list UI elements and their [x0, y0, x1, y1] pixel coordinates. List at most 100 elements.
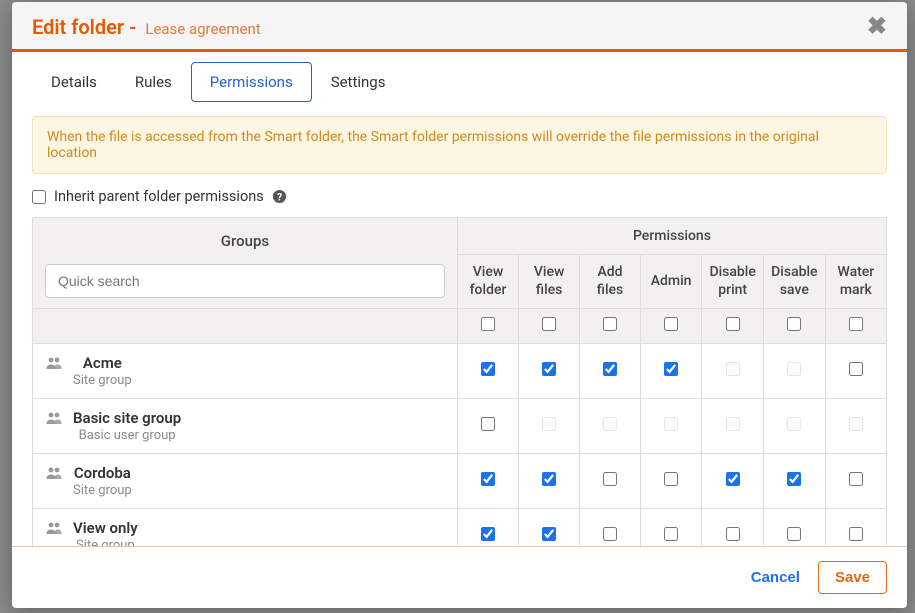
perm-cell — [457, 509, 518, 547]
perm-cell — [640, 509, 701, 547]
perm-checkbox[interactable] — [664, 472, 678, 486]
group-subtitle: Site group — [73, 538, 138, 546]
tab-details[interactable]: Details — [32, 62, 116, 102]
perm-checkbox — [726, 417, 740, 431]
group-cell: View onlySite group — [33, 509, 458, 547]
perm-checkbox[interactable] — [542, 472, 556, 486]
group-subtitle: Basic user group — [73, 428, 181, 443]
inherit-label[interactable]: Inherit parent folder permissions — [54, 188, 264, 205]
tab-rules[interactable]: Rules — [116, 62, 191, 102]
perm-checkbox[interactable] — [849, 527, 863, 541]
perm-cell — [640, 399, 701, 454]
tab-permissions[interactable]: Permissions — [191, 62, 312, 102]
help-icon[interactable]: ? — [272, 189, 288, 205]
cancel-button[interactable]: Cancel — [751, 569, 800, 586]
tab-bar: DetailsRulesPermissionsSettings — [32, 62, 887, 102]
modal-header: Edit folder - Lease agreement ✖ — [12, 2, 907, 52]
table-row: View onlySite group — [33, 509, 887, 547]
perm-cell — [825, 399, 886, 454]
save-button[interactable]: Save — [818, 561, 887, 594]
perm-col-header: Disableprint — [702, 255, 764, 309]
perm-col-select-all — [764, 309, 826, 344]
smart-folder-notice: When the file is accessed from the Smart… — [32, 116, 887, 174]
perm-cell — [764, 344, 826, 399]
group-name: View only — [73, 519, 138, 537]
perm-cell — [764, 399, 826, 454]
perm-checkbox[interactable] — [787, 472, 801, 486]
group-text: AcmeSite group — [73, 354, 132, 388]
perm-checkbox[interactable] — [481, 417, 495, 431]
group-text: CordobaSite group — [73, 464, 132, 498]
table-row: Basic site groupBasic user group — [33, 399, 887, 454]
perm-checkbox[interactable] — [603, 362, 617, 376]
perm-cell — [702, 509, 764, 547]
group-subtitle: Site group — [73, 373, 132, 388]
perm-cell — [764, 454, 826, 509]
table-row: AcmeSite group — [33, 344, 887, 399]
perm-checkbox[interactable] — [664, 362, 678, 376]
perm-col-header: Viewfiles — [519, 255, 580, 309]
tab-settings[interactable]: Settings — [312, 62, 405, 102]
perm-cell — [640, 454, 701, 509]
inherit-row: Inherit parent folder permissions ? — [32, 188, 887, 205]
perm-checkbox[interactable] — [481, 472, 495, 486]
perm-checkbox[interactable] — [849, 362, 863, 376]
perm-checkbox[interactable] — [542, 527, 556, 541]
groups-header-label: Groups — [43, 232, 447, 250]
modal-folder-name: Lease agreement — [145, 20, 260, 38]
groups-column-header: Groups — [33, 218, 458, 309]
perm-col-select-all — [640, 309, 701, 344]
permissions-super-header: Permissions — [457, 218, 886, 255]
perm-col-header: Addfiles — [580, 255, 641, 309]
select-all-checkbox[interactable] — [481, 317, 495, 331]
perm-checkbox[interactable] — [603, 527, 617, 541]
perm-checkbox — [849, 417, 863, 431]
select-all-checkbox[interactable] — [542, 317, 556, 331]
modal-title: Edit folder - — [32, 15, 141, 39]
perm-checkbox[interactable] — [664, 527, 678, 541]
quick-search-input[interactable] — [45, 264, 445, 298]
modal-title-wrap: Edit folder - Lease agreement — [32, 15, 261, 39]
group-cell: CordobaSite group — [33, 454, 458, 509]
select-all-checkbox[interactable] — [603, 317, 617, 331]
group-icon — [45, 411, 63, 429]
group-name: Basic site group — [73, 409, 181, 427]
perm-checkbox[interactable] — [849, 472, 863, 486]
perm-col-select-all — [519, 309, 580, 344]
perm-cell — [640, 344, 701, 399]
perm-cell — [580, 344, 641, 399]
perm-checkbox[interactable] — [726, 472, 740, 486]
perm-checkbox[interactable] — [603, 472, 617, 486]
permissions-table: Groups Permissions ViewfolderViewfilesAd… — [32, 217, 887, 546]
perm-checkbox[interactable] — [726, 527, 740, 541]
modal-body: DetailsRulesPermissionsSettings When the… — [12, 52, 907, 546]
perm-checkbox — [664, 417, 678, 431]
perm-cell — [457, 454, 518, 509]
perm-checkbox — [603, 417, 617, 431]
perm-checkbox[interactable] — [542, 362, 556, 376]
group-cell: Basic site groupBasic user group — [33, 399, 458, 454]
select-all-checkbox[interactable] — [664, 317, 678, 331]
perm-checkbox[interactable] — [481, 362, 495, 376]
group-text: Basic site groupBasic user group — [73, 409, 181, 443]
perm-cell — [519, 454, 580, 509]
perm-cell — [702, 399, 764, 454]
perm-col-select-all — [580, 309, 641, 344]
select-all-checkbox[interactable] — [849, 317, 863, 331]
select-all-checkbox[interactable] — [726, 317, 740, 331]
close-icon[interactable]: ✖ — [867, 14, 887, 38]
select-all-checkbox[interactable] — [787, 317, 801, 331]
inherit-checkbox[interactable] — [32, 190, 46, 204]
perm-cell — [764, 509, 826, 547]
group-text: View onlySite group — [73, 519, 138, 546]
perm-checkbox[interactable] — [787, 527, 801, 541]
svg-text:?: ? — [277, 190, 282, 203]
perm-cell — [519, 344, 580, 399]
perm-checkbox — [726, 362, 740, 376]
group-icon — [45, 356, 63, 374]
perm-checkbox[interactable] — [481, 527, 495, 541]
perm-cell — [580, 399, 641, 454]
perm-col-header: Viewfolder — [457, 255, 518, 309]
perm-cell — [702, 344, 764, 399]
group-icon — [45, 521, 63, 539]
